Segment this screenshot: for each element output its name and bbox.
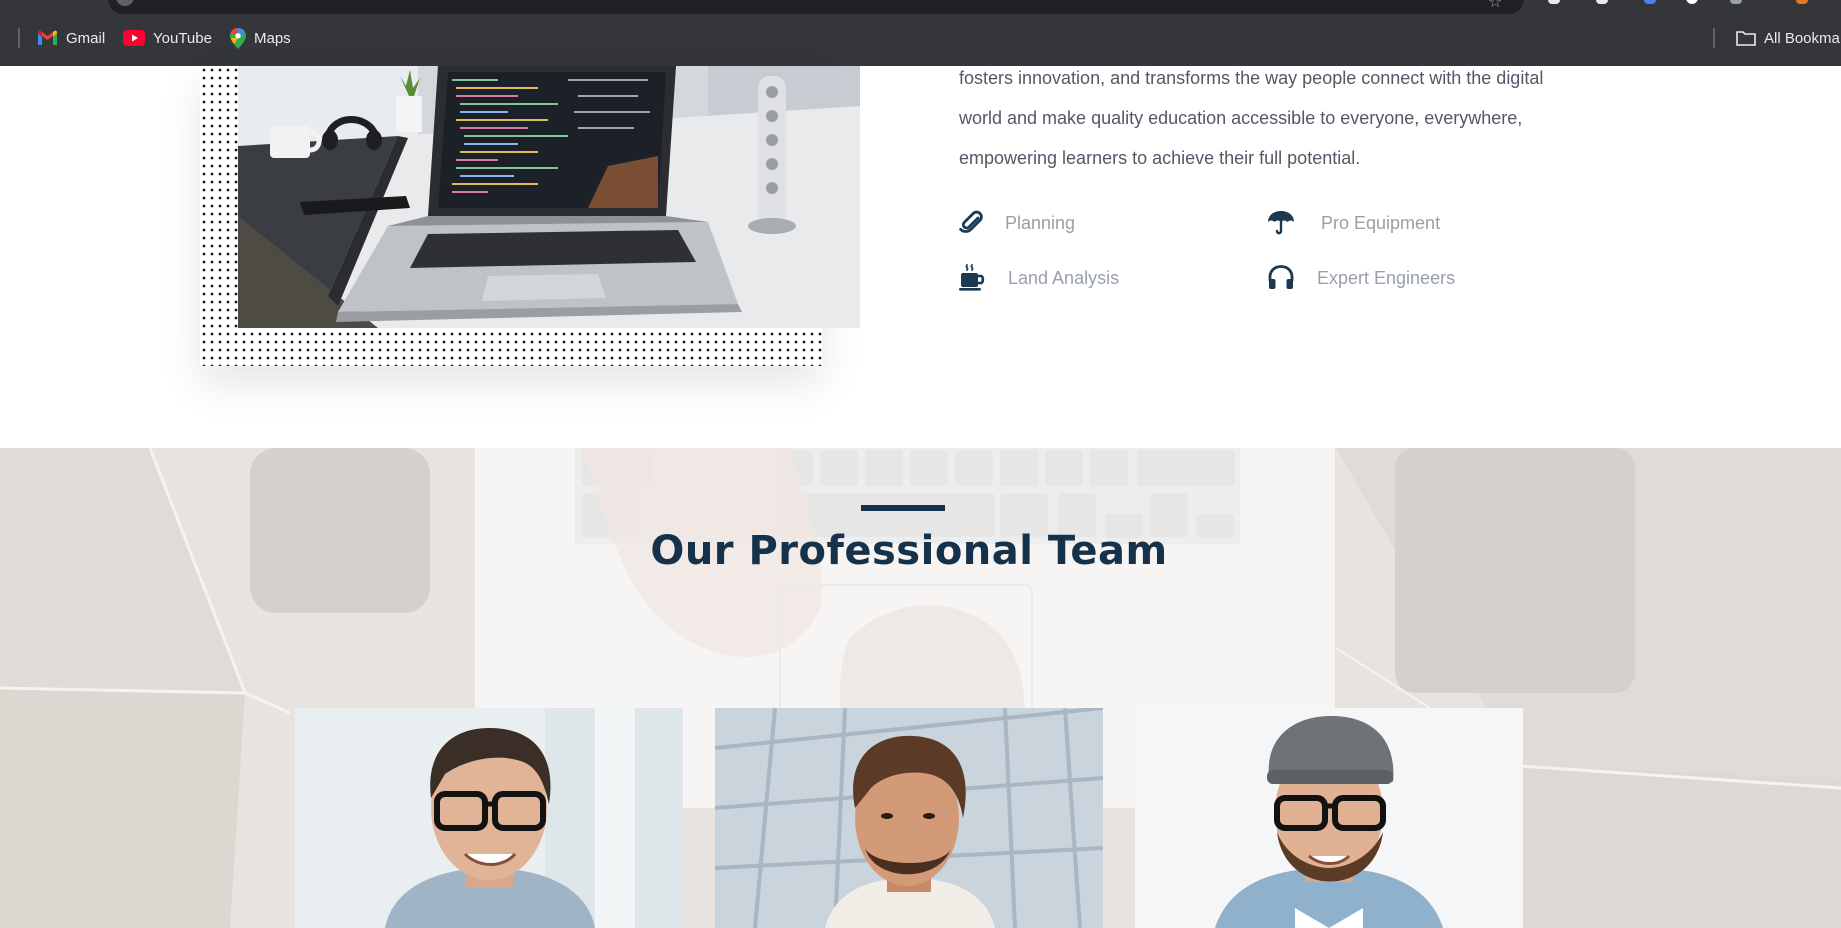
team-member-card[interactable] <box>295 708 683 928</box>
folder-icon <box>1736 31 1756 46</box>
feature-planning: Planning <box>958 209 1075 237</box>
extension-icon[interactable] <box>1548 0 1560 4</box>
bookmark-maps[interactable]: Maps <box>230 27 291 49</box>
feature-pro-equipment: Pro Equipment <box>1267 209 1440 237</box>
team-section-title: Our Professional Team <box>650 528 1168 574</box>
gmail-icon <box>38 30 57 45</box>
laptop-desk-photo <box>238 66 860 328</box>
extension-icon[interactable] <box>1644 0 1656 4</box>
extension-icon[interactable] <box>1730 0 1742 4</box>
feature-land-analysis: Land Analysis <box>958 264 1119 292</box>
coffee-icon <box>958 264 986 292</box>
about-paragraph-line: fosters innovation, and transforms the w… <box>959 68 1544 88</box>
bookmark-separator <box>1713 28 1715 48</box>
bookmark-label: YouTube <box>153 29 212 47</box>
feature-label: Planning <box>1005 212 1076 233</box>
team-member-card[interactable] <box>1135 708 1523 928</box>
bookmark-label: Gmail <box>66 29 106 47</box>
about-paragraph-line: empowering learners to achieve their ful… <box>959 148 1361 168</box>
team-member-card[interactable] <box>715 708 1103 928</box>
team-member-photo <box>295 708 683 928</box>
feature-label: Expert Engineers <box>1317 267 1456 288</box>
extension-icon[interactable] <box>1686 0 1698 4</box>
extension-icon[interactable] <box>1796 0 1808 4</box>
all-bookmarks-label: All Bookma <box>1764 29 1840 47</box>
browser-toolbar: ☆ Gmail YouTube Maps All Bookma <box>0 0 1841 66</box>
team-member-photo <box>715 708 1103 928</box>
bookmark-star-icon[interactable]: ☆ <box>1488 0 1502 11</box>
feature-label: Pro Equipment <box>1321 212 1441 233</box>
all-bookmarks-button[interactable]: All Bookma <box>1736 27 1840 49</box>
bookmark-youtube[interactable]: YouTube <box>123 27 212 49</box>
umbrella-icon <box>1267 209 1295 237</box>
about-paragraph: fosters innovation, and transforms the w… <box>959 58 1559 178</box>
extension-icon[interactable] <box>1596 0 1608 4</box>
paperclip-icon <box>958 209 986 237</box>
feature-expert-engineers: Expert Engineers <box>1267 264 1455 292</box>
address-bar[interactable] <box>108 0 1524 14</box>
bookmark-gmail[interactable]: Gmail <box>37 27 105 49</box>
youtube-icon <box>123 30 145 46</box>
about-paragraph-line: world and make quality education accessi… <box>959 108 1523 128</box>
feature-label: Land Analysis <box>1008 267 1120 288</box>
bookmark-separator <box>18 28 20 48</box>
bookmark-label: Maps <box>254 29 291 47</box>
maps-icon <box>230 27 246 49</box>
team-member-photo <box>1135 708 1523 928</box>
laptop-illustration <box>238 66 860 328</box>
headphones-icon <box>1267 264 1295 292</box>
section-title-accent-bar <box>861 505 945 511</box>
